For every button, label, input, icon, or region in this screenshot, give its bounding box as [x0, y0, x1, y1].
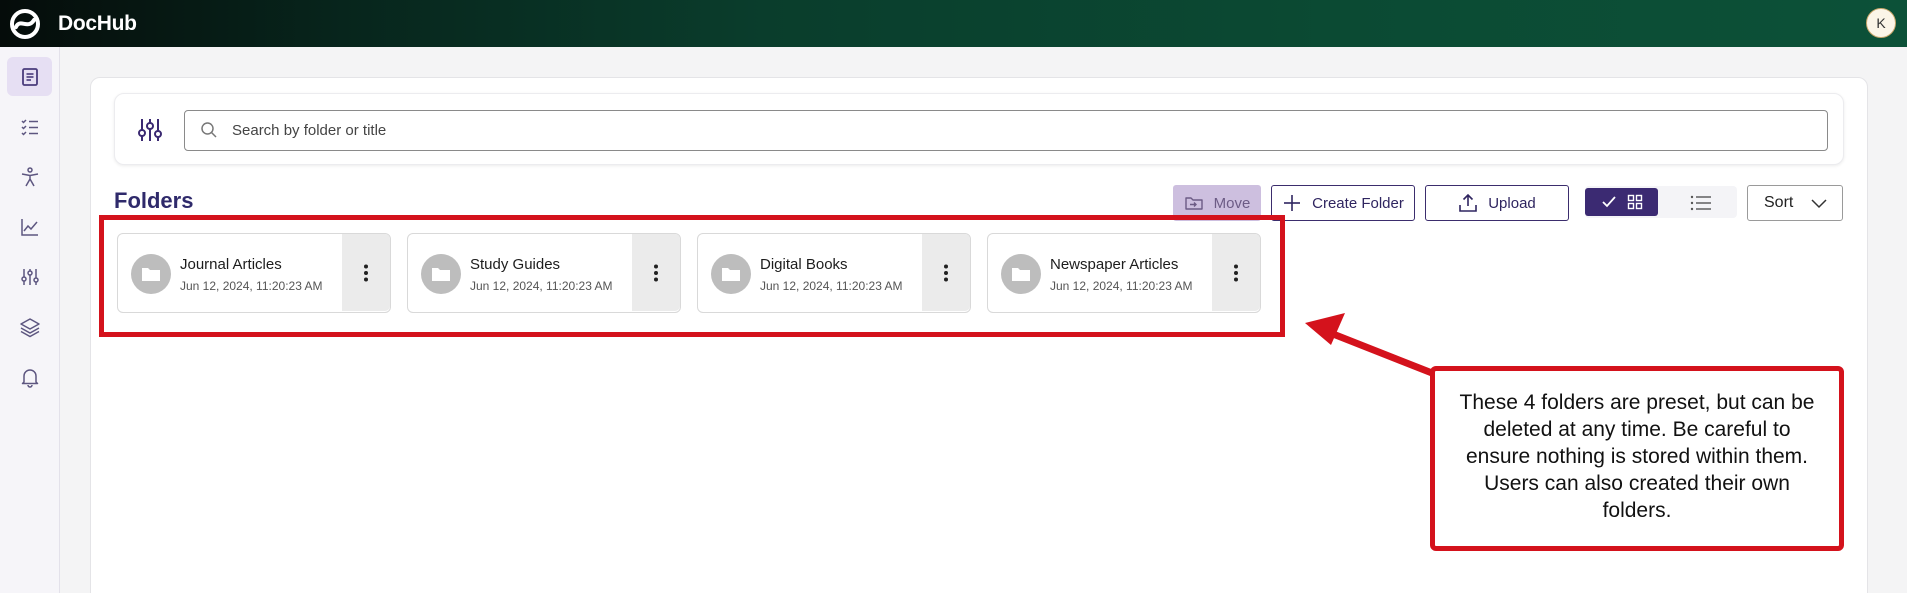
layers-icon: [19, 317, 40, 337]
sidebar-item-notifications[interactable]: [7, 357, 52, 396]
grid-icon: [1627, 194, 1642, 210]
page-title: Folders: [114, 188, 194, 213]
search-icon: [201, 122, 217, 138]
sidebar-item-checklist[interactable]: [7, 107, 52, 146]
user-avatar[interactable]: K: [1866, 8, 1896, 38]
grid-view-button[interactable]: [1585, 188, 1658, 216]
create-folder-label: Create Folder: [1312, 194, 1404, 212]
sidebar-item-layers[interactable]: [7, 307, 52, 346]
sidebar-item-documents[interactable]: [7, 57, 52, 96]
person-icon: [21, 166, 38, 186]
list-view-icon[interactable]: [1690, 194, 1712, 212]
search-input[interactable]: [232, 113, 1812, 148]
document-icon: [21, 67, 38, 86]
annotation-highlight-box: [99, 215, 1285, 337]
upload-icon: [1459, 193, 1478, 212]
annotation-callout: These 4 folders are preset, but can be d…: [1430, 366, 1844, 551]
chevron-down-icon: [1811, 199, 1827, 209]
sidebar-item-analytics[interactable]: [7, 207, 52, 246]
top-bar: DocHub K: [0, 0, 1907, 47]
sidebar-item-settings[interactable]: [7, 257, 52, 296]
line-chart-icon: [20, 218, 38, 236]
folder-move-icon: [1184, 197, 1203, 210]
upload-label: Upload: [1488, 194, 1536, 212]
dochub-logo-icon[interactable]: [8, 8, 42, 40]
checklist-icon: [20, 118, 38, 136]
plus-icon: [1284, 195, 1301, 211]
create-folder-button[interactable]: Create Folder: [1271, 185, 1415, 221]
filter-icon[interactable]: [136, 116, 164, 144]
move-label: Move: [1213, 194, 1251, 212]
sort-dropdown[interactable]: Sort: [1747, 185, 1843, 221]
bell-icon: [21, 368, 38, 388]
sidebar: [0, 47, 60, 593]
sort-label: Sort: [1764, 194, 1794, 211]
sliders-icon: [20, 268, 39, 285]
brand-name: DocHub: [58, 12, 137, 35]
check-icon: [1601, 196, 1616, 208]
upload-button[interactable]: Upload: [1425, 185, 1569, 221]
sidebar-item-accessibility[interactable]: [7, 157, 52, 196]
